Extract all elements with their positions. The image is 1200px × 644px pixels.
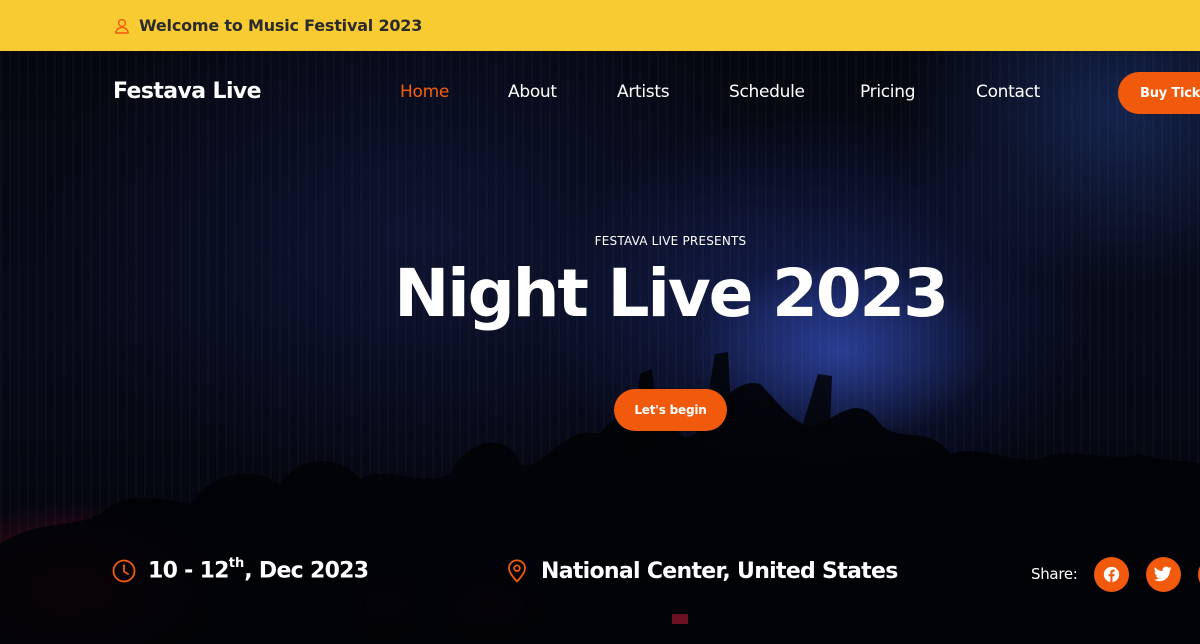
buy-ticket-button[interactable]: Buy Ticket — [1118, 72, 1200, 114]
user-icon — [114, 18, 130, 34]
facebook-icon[interactable] — [1093, 556, 1129, 592]
nav-link-schedule[interactable]: Schedule — [729, 82, 805, 102]
nav-link-about[interactable]: About — [508, 82, 557, 102]
date-range: 10 - 12 — [148, 558, 229, 584]
nav-link-contact[interactable]: Contact — [976, 82, 1040, 102]
share-bar: Share: — [1031, 556, 1200, 592]
twitter-icon[interactable] — [1145, 556, 1181, 592]
date-month-year: , Dec 2023 — [244, 558, 369, 584]
event-date-text: 10 - 12th, Dec 2023 — [148, 556, 369, 584]
crowd-silhouette — [0, 352, 1200, 644]
hero-title: Night Live 2023 — [394, 255, 949, 332]
share-label: Share: — [1031, 565, 1078, 583]
brand-logo[interactable]: Festava Live — [113, 79, 262, 104]
map-pin-icon — [507, 559, 527, 583]
event-date: 10 - 12th, Dec 2023 — [112, 556, 369, 586]
nav-link-home[interactable]: Home — [400, 82, 449, 102]
page: Welcome to Music Festival 2023 Festava L… — [0, 0, 1200, 644]
date-suffix: th — [228, 556, 245, 572]
announcement-bar: Welcome to Music Festival 2023 — [0, 0, 1200, 51]
clock-icon — [112, 559, 136, 583]
event-location: National Center, United States — [507, 556, 898, 586]
welcome-message: Welcome to Music Festival 2023 — [139, 16, 423, 35]
event-location-text: National Center, United States — [541, 558, 898, 584]
hero-eyebrow: FESTAVA LIVE PRESENTS — [594, 234, 747, 248]
main-navbar: Festava Live Home About Artists Schedule… — [0, 51, 1200, 137]
lets-begin-button[interactable]: Let's begin — [614, 389, 727, 431]
nav-link-artists[interactable]: Artists — [617, 82, 670, 102]
nav-link-pricing[interactable]: Pricing — [860, 82, 916, 102]
